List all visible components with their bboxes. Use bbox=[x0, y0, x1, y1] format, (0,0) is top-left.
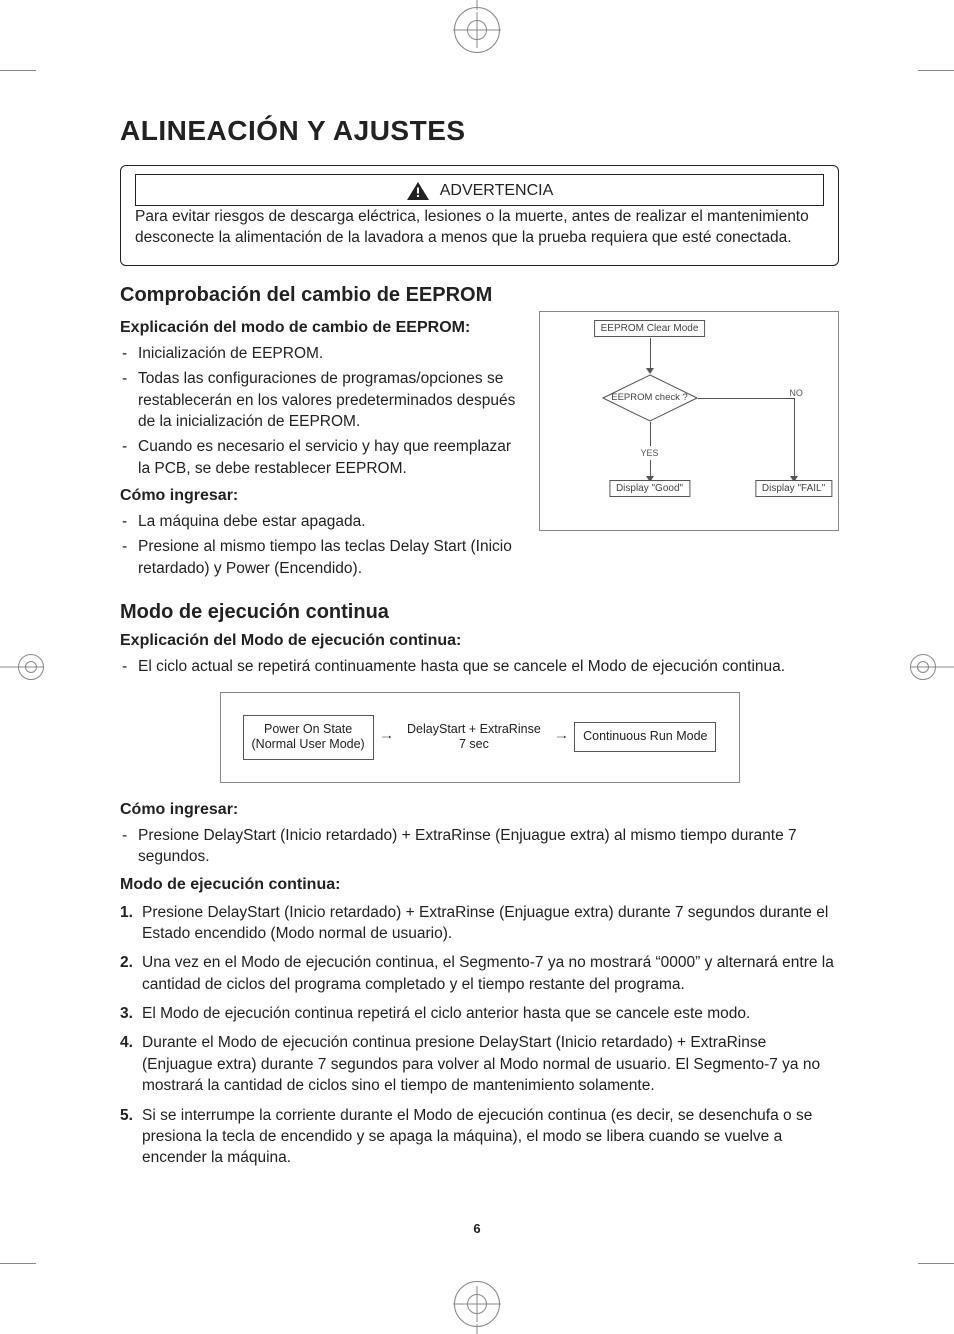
crop-mark bbox=[0, 40, 60, 100]
eeprom-enter-list: La máquina debe estar apagada. Presione … bbox=[120, 511, 521, 579]
eeprom-enter-label: Cómo ingresar: bbox=[120, 487, 521, 505]
list-item: 3.El Modo de ejecución continua repetirá… bbox=[120, 1003, 839, 1024]
warning-box: ADVERTENCIA Para evitar riesgos de desca… bbox=[120, 165, 839, 266]
flow-no-label: NO bbox=[789, 388, 803, 398]
warning-heading: ADVERTENCIA bbox=[440, 182, 554, 200]
flow-good-box: Display "Good" bbox=[609, 480, 690, 497]
flow-left-box: Power On State (Normal User Mode) bbox=[243, 715, 374, 760]
list-item: Todas las configuraciones de programas/o… bbox=[120, 368, 521, 432]
flow-fail-box: Display "FAIL" bbox=[755, 480, 832, 497]
registration-mark-top bbox=[437, 0, 517, 60]
list-item: Cuando es necesario el servicio y hay qu… bbox=[120, 436, 521, 479]
eeprom-flowchart: EEPROM Clear Mode EEPROM check ? NO bbox=[539, 311, 839, 531]
list-item: Inicialización de EEPROM. bbox=[120, 343, 521, 364]
list-item: 5.Si se interrumpe la corriente durante … bbox=[120, 1105, 839, 1169]
list-item: Presione al mismo tiempo las teclas Dela… bbox=[120, 536, 521, 579]
crop-mark bbox=[894, 40, 954, 100]
page-number: 6 bbox=[473, 1221, 480, 1236]
continuous-enter-list: Presione DelayStart (Inicio retardado) +… bbox=[120, 825, 839, 868]
registration-mark-left bbox=[0, 647, 44, 687]
warning-icon bbox=[406, 181, 430, 201]
flow-start-box: EEPROM Clear Mode bbox=[594, 320, 706, 337]
eeprom-heading: Comprobación del cambio de EEPROM bbox=[120, 284, 839, 307]
list-item: La máquina debe estar apagada. bbox=[120, 511, 521, 532]
list-item: 1.Presione DelayStart (Inicio retardado)… bbox=[120, 902, 839, 945]
list-item: El ciclo actual se repetirá continuament… bbox=[120, 656, 839, 677]
continuous-flow-diagram: Power On State (Normal User Mode) DelayS… bbox=[220, 692, 740, 783]
eeprom-explain-label: Explicación del modo de cambio de EEPROM… bbox=[120, 319, 521, 337]
crop-mark bbox=[0, 1234, 60, 1294]
crop-mark bbox=[894, 1234, 954, 1294]
arrow-right-icon bbox=[557, 731, 566, 743]
continuous-steps-list: 1.Presione DelayStart (Inicio retardado)… bbox=[120, 902, 839, 1169]
content-area: ALINEACIÓN Y AJUSTES ADVERTENCIA Para ev… bbox=[120, 115, 839, 1177]
warning-heading-row: ADVERTENCIA bbox=[135, 174, 824, 206]
flow-yes-label: YES bbox=[641, 448, 659, 458]
continuous-explain-label: Explicación del Modo de ejecución contin… bbox=[120, 632, 839, 650]
continuous-heading: Modo de ejecución continua bbox=[120, 601, 839, 624]
registration-mark-bottom bbox=[437, 1274, 517, 1334]
page-title: ALINEACIÓN Y AJUSTES bbox=[120, 115, 839, 147]
list-item: 4.Durante el Modo de ejecución continua … bbox=[120, 1032, 839, 1096]
continuous-steps-label: Modo de ejecución continua: bbox=[120, 876, 839, 894]
registration-mark-right bbox=[910, 647, 954, 687]
flow-mid-label: DelayStart + ExtraRinse 7 sec bbox=[399, 722, 549, 753]
list-item: 2.Una vez en el Modo de ejecución contin… bbox=[120, 952, 839, 995]
continuous-explain-list: El ciclo actual se repetirá continuament… bbox=[120, 656, 839, 677]
arrow-right-icon bbox=[382, 731, 391, 743]
list-item: Presione DelayStart (Inicio retardado) +… bbox=[120, 825, 839, 868]
eeprom-explain-list: Inicialización de EEPROM. Todas las conf… bbox=[120, 343, 521, 479]
document-page: ALINEACIÓN Y AJUSTES ADVERTENCIA Para ev… bbox=[0, 0, 954, 1334]
flow-right-box: Continuous Run Mode bbox=[574, 722, 716, 752]
continuous-enter-label: Cómo ingresar: bbox=[120, 801, 839, 819]
warning-body: Para evitar riesgos de descarga eléctric… bbox=[135, 206, 824, 249]
flow-decision: EEPROM check ? bbox=[602, 374, 698, 422]
